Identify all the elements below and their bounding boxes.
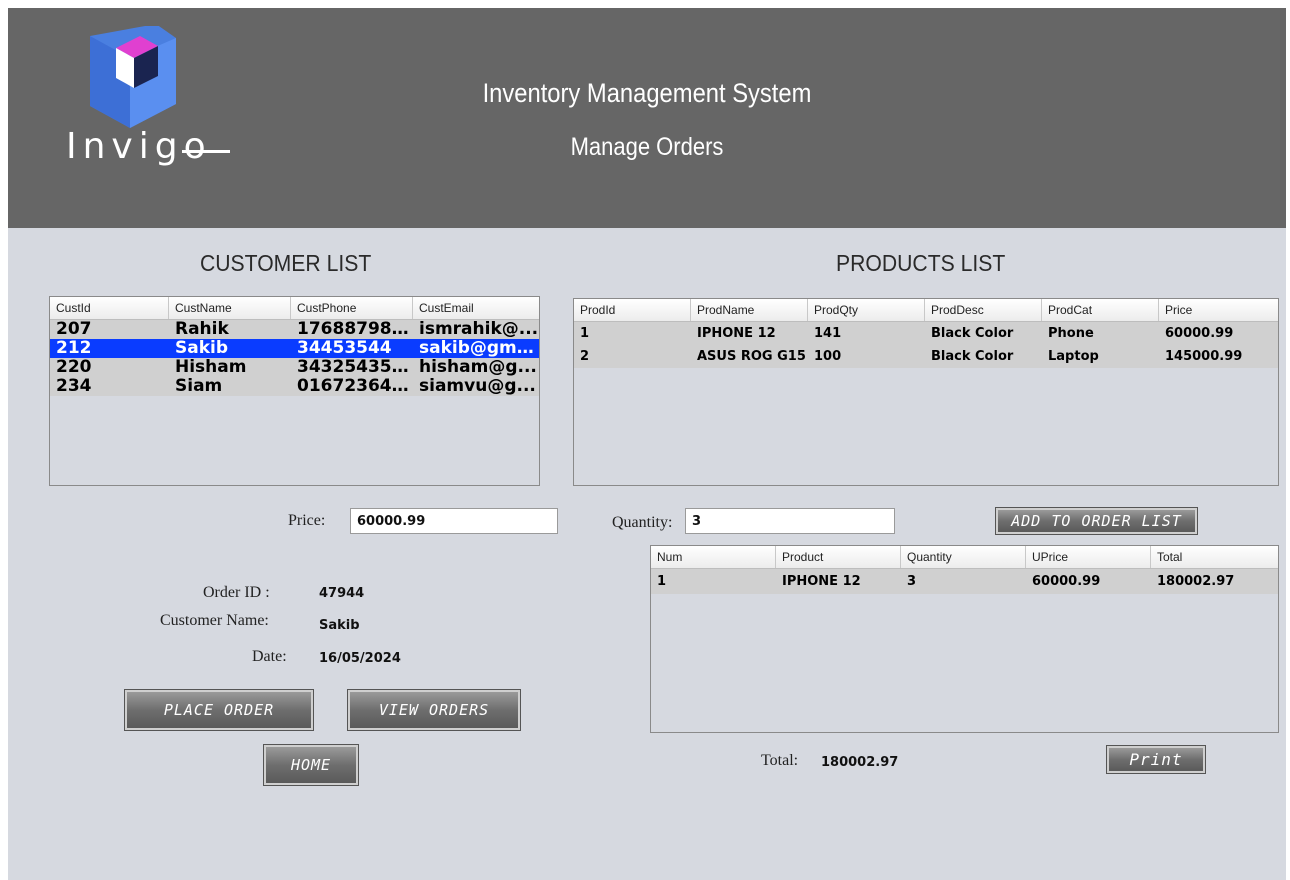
- cell-prodcat: Phone: [1048, 326, 1094, 341]
- cell-prodid: 1: [580, 326, 590, 341]
- order-id-value: 47944: [319, 586, 365, 601]
- column-header[interactable]: CustId: [50, 297, 169, 319]
- total-value: 180002.97: [821, 755, 899, 770]
- cell-total: 180002.97: [1157, 574, 1235, 589]
- products-table[interactable]: ProdId ProdName ProdQty ProdDesc ProdCat…: [573, 298, 1279, 486]
- cell-custid: 212: [56, 339, 92, 358]
- table-row-selected[interactable]: 212 Sakib 34453544 sakib@gma...: [50, 339, 539, 358]
- order-id-label: Order ID :: [203, 584, 270, 601]
- table-row[interactable]: 234 Siam 01672364234 siamvu@g...: [50, 377, 539, 396]
- table-row[interactable]: 207 Rahik 1768879891 ismrahik@...: [50, 320, 539, 339]
- app-title: Inventory Management System: [482, 78, 812, 108]
- cell-custphone: 343254354...: [297, 358, 413, 377]
- price-label: Price:: [288, 512, 326, 529]
- cell-num: 1: [657, 574, 667, 589]
- products-table-header: ProdId ProdName ProdQty ProdDesc ProdCat…: [574, 299, 1278, 322]
- table-row[interactable]: 1 IPHONE 12 3 60000.99 180002.97: [651, 569, 1278, 594]
- column-header[interactable]: ProdName: [691, 299, 808, 321]
- cell-custname: Siam: [175, 377, 223, 396]
- cell-custemail: ismrahik@...: [419, 320, 539, 339]
- cell-custemail: sakib@gma...: [419, 339, 539, 358]
- order-list-table[interactable]: Num Product Quantity UPrice Total 1 IPHO…: [650, 545, 1279, 733]
- column-header[interactable]: Num: [651, 546, 776, 568]
- quantity-input[interactable]: 3: [685, 508, 895, 534]
- customer-name-value: Sakib: [319, 618, 360, 633]
- add-to-order-list-button[interactable]: ADD TO ORDER LIST: [995, 507, 1198, 535]
- order-list-header: Num Product Quantity UPrice Total: [651, 546, 1278, 569]
- cell-custid: 220: [56, 358, 92, 377]
- column-header[interactable]: ProdId: [574, 299, 691, 321]
- cell-price: 60000.99: [1165, 326, 1234, 341]
- customer-name-label: Customer Name:: [160, 612, 269, 629]
- page-title: Manage Orders: [570, 133, 724, 161]
- column-header[interactable]: CustPhone: [291, 297, 413, 319]
- print-button[interactable]: Print: [1106, 745, 1206, 774]
- customer-table-header: CustId CustName CustPhone CustEmail: [50, 297, 539, 320]
- customer-list-title: CUSTOMER LIST: [200, 250, 372, 276]
- cell-prodname: ASUS ROG G15: [697, 349, 806, 364]
- cell-custid: 234: [56, 377, 92, 396]
- column-header[interactable]: CustEmail: [413, 297, 539, 319]
- column-header[interactable]: CustName: [169, 297, 291, 319]
- column-header[interactable]: ProdQty: [808, 299, 925, 321]
- home-button[interactable]: HOME: [263, 744, 359, 786]
- total-label: Total:: [761, 752, 799, 769]
- column-header[interactable]: ProdCat: [1042, 299, 1159, 321]
- cell-custphone: 1768879891: [297, 320, 413, 339]
- cell-custemail: siamvu@g...: [419, 377, 536, 396]
- column-header[interactable]: Product: [776, 546, 901, 568]
- date-value: 16/05/2024: [319, 651, 401, 666]
- cell-price: 145000.99: [1165, 349, 1243, 364]
- column-header[interactable]: Total: [1151, 546, 1278, 568]
- cell-proddesc: Black Color: [931, 349, 1014, 364]
- cell-prodname: IPHONE 12: [697, 326, 776, 341]
- price-input[interactable]: 60000.99: [350, 508, 558, 534]
- cell-uprice: 60000.99: [1032, 574, 1101, 589]
- cell-custphone: 34453544: [297, 339, 392, 358]
- view-orders-button[interactable]: VIEW ORDERS: [347, 689, 521, 731]
- products-list-title: PRODUCTS LIST: [836, 250, 1006, 276]
- cell-prodcat: Laptop: [1048, 349, 1099, 364]
- cell-prodid: 2: [580, 349, 590, 364]
- customer-table-body: 207 Rahik 1768879891 ismrahik@... 212 Sa…: [50, 320, 539, 396]
- table-row[interactable]: 220 Hisham 343254354... hisham@g...: [50, 358, 539, 377]
- cell-quantity: 3: [907, 574, 917, 589]
- cell-prodqty: 141: [814, 326, 842, 341]
- app-window: Invigo Inventory Management System Manag…: [8, 8, 1286, 880]
- cell-custname: Rahik: [175, 320, 229, 339]
- table-row[interactable]: 2 ASUS ROG G15 100 Black Color Laptop 14…: [574, 345, 1278, 368]
- cell-custname: Sakib: [175, 339, 229, 358]
- products-table-body: 1 IPHONE 12 141 Black Color Phone 60000.…: [574, 322, 1278, 368]
- cell-custname: Hisham: [175, 358, 247, 377]
- cell-proddesc: Black Color: [931, 326, 1014, 341]
- table-row[interactable]: 1 IPHONE 12 141 Black Color Phone 60000.…: [574, 322, 1278, 345]
- column-header[interactable]: Quantity: [901, 546, 1026, 568]
- column-header[interactable]: Price: [1159, 299, 1278, 321]
- order-list-body: 1 IPHONE 12 3 60000.99 180002.97: [651, 569, 1278, 594]
- cell-custemail: hisham@g...: [419, 358, 537, 377]
- date-label: Date:: [252, 648, 287, 665]
- column-header[interactable]: ProdDesc: [925, 299, 1042, 321]
- cell-prodqty: 100: [814, 349, 842, 364]
- header-banner: Invigo Inventory Management System Manag…: [8, 8, 1286, 228]
- quantity-label: Quantity:: [612, 514, 673, 531]
- customer-table[interactable]: CustId CustName CustPhone CustEmail 207 …: [49, 296, 540, 486]
- cell-product: IPHONE 12: [782, 574, 861, 589]
- cell-custphone: 01672364234: [297, 377, 413, 396]
- cell-custid: 207: [56, 320, 92, 339]
- place-order-button[interactable]: PLACE ORDER: [124, 689, 314, 731]
- column-header[interactable]: UPrice: [1026, 546, 1151, 568]
